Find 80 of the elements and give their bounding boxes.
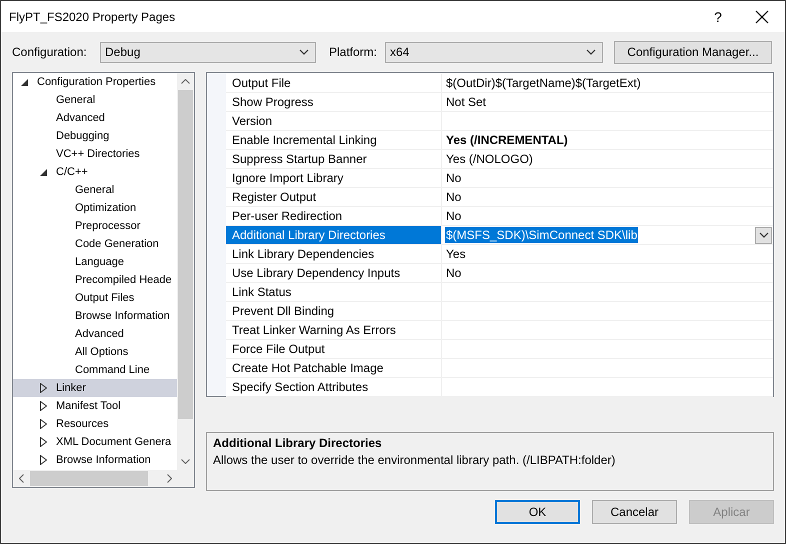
tree-item[interactable]: Preprocessor: [13, 217, 177, 235]
close-icon[interactable]: [755, 10, 769, 24]
property-value[interactable]: Yes: [445, 246, 467, 262]
tree-item[interactable]: VC++ Directories: [13, 145, 177, 163]
property-name[interactable]: Specify Section Attributes: [226, 378, 442, 396]
tree-item[interactable]: Command Line: [13, 361, 177, 379]
property-value[interactable]: No: [445, 189, 462, 205]
scroll-thumb[interactable]: [30, 471, 148, 486]
property-value[interactable]: Yes (/NOLOGO): [445, 151, 534, 167]
tree-item[interactable]: Browse Information: [13, 307, 177, 325]
platform-label: Platform:: [329, 45, 378, 59]
tree-item[interactable]: C/C++: [13, 163, 177, 181]
property-name[interactable]: Prevent Dll Binding: [226, 302, 442, 320]
property-name[interactable]: Enable Incremental Linking: [226, 131, 442, 149]
scroll-thumb[interactable]: [178, 90, 193, 419]
property-name[interactable]: Treat Linker Warning As Errors: [226, 321, 442, 339]
expanded-triangle-icon[interactable]: [21, 78, 28, 86]
configuration-dropdown[interactable]: Debug: [100, 42, 316, 62]
description-text: Allows the user to override the environmental library path. (/LIBPATH:folder): [213, 453, 616, 467]
chevron-down-icon: [586, 49, 596, 55]
property-value[interactable]: Not Set: [445, 94, 488, 110]
tree-item[interactable]: Code Generation: [13, 235, 177, 253]
scroll-up-icon[interactable]: [181, 79, 190, 84]
property-value[interactable]: $(MSFS_SDK)\SimConnect SDK\lib: [445, 227, 638, 243]
chevron-down-icon: [299, 49, 309, 55]
description-title: Additional Library Directories: [213, 436, 383, 450]
property-value[interactable]: No: [445, 265, 462, 281]
property-name[interactable]: Create Hot Patchable Image: [226, 359, 442, 377]
collapsed-triangle-icon[interactable]: [40, 401, 47, 411]
property-name[interactable]: Additional Library Directories: [226, 226, 442, 244]
tree-item[interactable]: Precompiled Heade: [13, 271, 177, 289]
scroll-right-icon[interactable]: [167, 474, 172, 483]
tree-item[interactable]: Optimization: [13, 199, 177, 217]
property-name[interactable]: Version: [226, 112, 442, 130]
property-name[interactable]: Force File Output: [226, 340, 442, 358]
tree-item[interactable]: Browse Information: [13, 451, 177, 469]
property-value[interactable]: No: [445, 208, 462, 224]
property-name[interactable]: Per-user Redirection: [226, 207, 442, 225]
expanded-triangle-icon[interactable]: [40, 168, 47, 176]
tree-item[interactable]: Debugging: [13, 127, 177, 145]
property-name[interactable]: Link Status: [226, 283, 442, 301]
dialog-button[interactable]: OK: [495, 500, 580, 524]
property-name[interactable]: Use Library Dependency Inputs: [226, 264, 442, 282]
scroll-left-icon[interactable]: [19, 474, 24, 483]
collapsed-triangle-icon[interactable]: [40, 437, 47, 447]
collapsed-triangle-icon[interactable]: [40, 383, 47, 393]
configuration-label: Configuration:: [12, 45, 88, 59]
property-value[interactable]: No: [445, 170, 462, 186]
dropdown-button[interactable]: [755, 226, 772, 244]
tree-item[interactable]: Linker: [13, 379, 177, 397]
property-value[interactable]: $(OutDir)$(TargetName)$(TargetExt): [445, 75, 642, 91]
tree-item[interactable]: Resources: [13, 415, 177, 433]
tree-item[interactable]: General: [13, 91, 177, 109]
tree-item[interactable]: Configuration Properties: [13, 73, 177, 91]
property-name[interactable]: Link Library Dependencies: [226, 245, 442, 263]
configuration-manager-button[interactable]: Configuration Manager...: [614, 40, 772, 64]
property-name[interactable]: Register Output: [226, 188, 442, 206]
horizontal-scrollbar[interactable]: [13, 470, 194, 487]
platform-dropdown[interactable]: x64: [385, 42, 603, 62]
tree-item[interactable]: XML Document Genera: [13, 433, 177, 451]
window-title: FlyPT_FS2020 Property Pages: [9, 10, 176, 24]
tree-item[interactable]: Output Files: [13, 289, 177, 307]
property-name[interactable]: Suppress Startup Banner: [226, 150, 442, 168]
tree-item[interactable]: Advanced: [13, 325, 177, 343]
collapsed-triangle-icon[interactable]: [40, 455, 47, 465]
tree-item[interactable]: Manifest Tool: [13, 397, 177, 415]
chevron-down-icon: [758, 232, 768, 238]
collapsed-triangle-icon[interactable]: [40, 419, 47, 429]
tree-item[interactable]: All Options: [13, 343, 177, 361]
tree-item[interactable]: Language: [13, 253, 177, 271]
tree-item[interactable]: Advanced: [13, 109, 177, 127]
scroll-down-icon[interactable]: [181, 459, 190, 464]
help-button[interactable]: ?: [695, 1, 741, 32]
property-name[interactable]: Output File: [226, 74, 442, 92]
property-name[interactable]: Ignore Import Library: [226, 169, 442, 187]
property-value[interactable]: Yes (/INCREMENTAL): [445, 132, 569, 148]
dialog-button[interactable]: Cancelar: [592, 500, 677, 524]
vertical-scrollbar[interactable]: [177, 73, 194, 470]
tree-item[interactable]: General: [13, 181, 177, 199]
property-name[interactable]: Show Progress: [226, 93, 442, 111]
